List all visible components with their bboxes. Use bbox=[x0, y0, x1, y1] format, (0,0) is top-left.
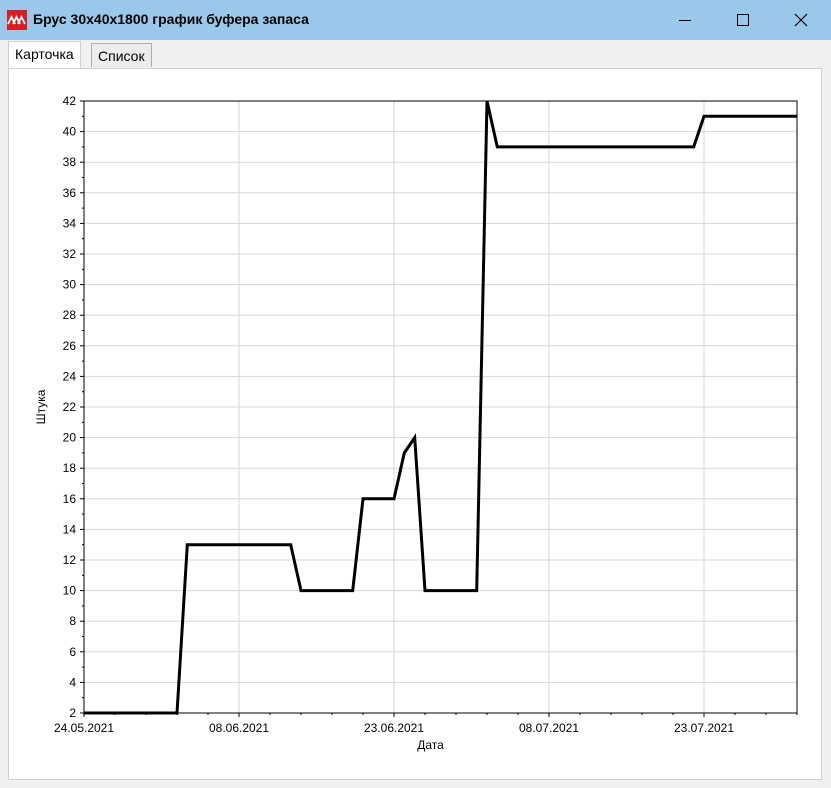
app-logo-icon bbox=[7, 10, 27, 30]
y-tick-label: 32 bbox=[63, 247, 77, 261]
window-title: Брус 30x40x1800 график буфера запаса bbox=[33, 11, 309, 27]
stock-buffer-chart: 2468101214161820222426283032343638404224… bbox=[34, 94, 798, 752]
y-tick-label: 30 bbox=[63, 278, 77, 292]
minimize-button[interactable] bbox=[660, 0, 710, 40]
y-tick-label: 10 bbox=[63, 584, 77, 598]
title-bar[interactable]: Брус 30x40x1800 график буфера запаса bbox=[0, 0, 831, 40]
tab-strip: Список Карточка bbox=[0, 40, 831, 70]
y-tick-label: 16 bbox=[63, 492, 77, 506]
x-tick-label: 08.06.2021 bbox=[209, 721, 269, 735]
y-tick-label: 38 bbox=[63, 155, 77, 169]
app-window: Брус 30x40x1800 график буфера запаса Спи… bbox=[0, 0, 831, 788]
y-tick-label: 24 bbox=[63, 369, 77, 383]
y-tick-label: 4 bbox=[69, 675, 76, 689]
y-tick-label: 22 bbox=[63, 400, 77, 414]
y-axis-title: Штука bbox=[34, 389, 48, 424]
y-tick-label: 12 bbox=[63, 553, 77, 567]
tab-list[interactable]: Список bbox=[91, 43, 152, 67]
close-button[interactable] bbox=[776, 0, 826, 40]
close-icon bbox=[794, 13, 808, 27]
y-tick-label: 42 bbox=[63, 94, 77, 108]
y-tick-label: 40 bbox=[63, 125, 77, 139]
y-tick-label: 28 bbox=[63, 308, 77, 322]
maximize-icon bbox=[737, 14, 749, 26]
y-tick-label: 14 bbox=[63, 522, 77, 536]
x-axis-title: Дата bbox=[417, 738, 444, 752]
y-tick-label: 18 bbox=[63, 461, 77, 475]
tab-panel-card: 2 4 6 8 10 12 14 16 18 20 22 24 26 28 30 32 34 36 38 40 42 24… bbox=[8, 68, 822, 780]
y-tick-label: 2 bbox=[69, 706, 76, 720]
y-tick-label: 8 bbox=[69, 614, 76, 628]
y-tick-label: 36 bbox=[63, 186, 77, 200]
x-tick-label: 23.06.2021 bbox=[364, 721, 424, 735]
tab-card[interactable]: Карточка bbox=[8, 41, 81, 69]
x-tick-label: 24.05.2021 bbox=[54, 721, 114, 735]
y-tick-label: 26 bbox=[63, 339, 77, 353]
y-tick-label: 34 bbox=[63, 216, 77, 230]
y-tick-label: 6 bbox=[69, 645, 76, 659]
minimize-icon bbox=[679, 20, 691, 21]
x-tick-label: 23.07.2021 bbox=[674, 721, 734, 735]
maximize-button[interactable] bbox=[718, 0, 768, 40]
x-tick-label: 08.07.2021 bbox=[519, 721, 579, 735]
y-tick-label: 20 bbox=[63, 431, 77, 445]
